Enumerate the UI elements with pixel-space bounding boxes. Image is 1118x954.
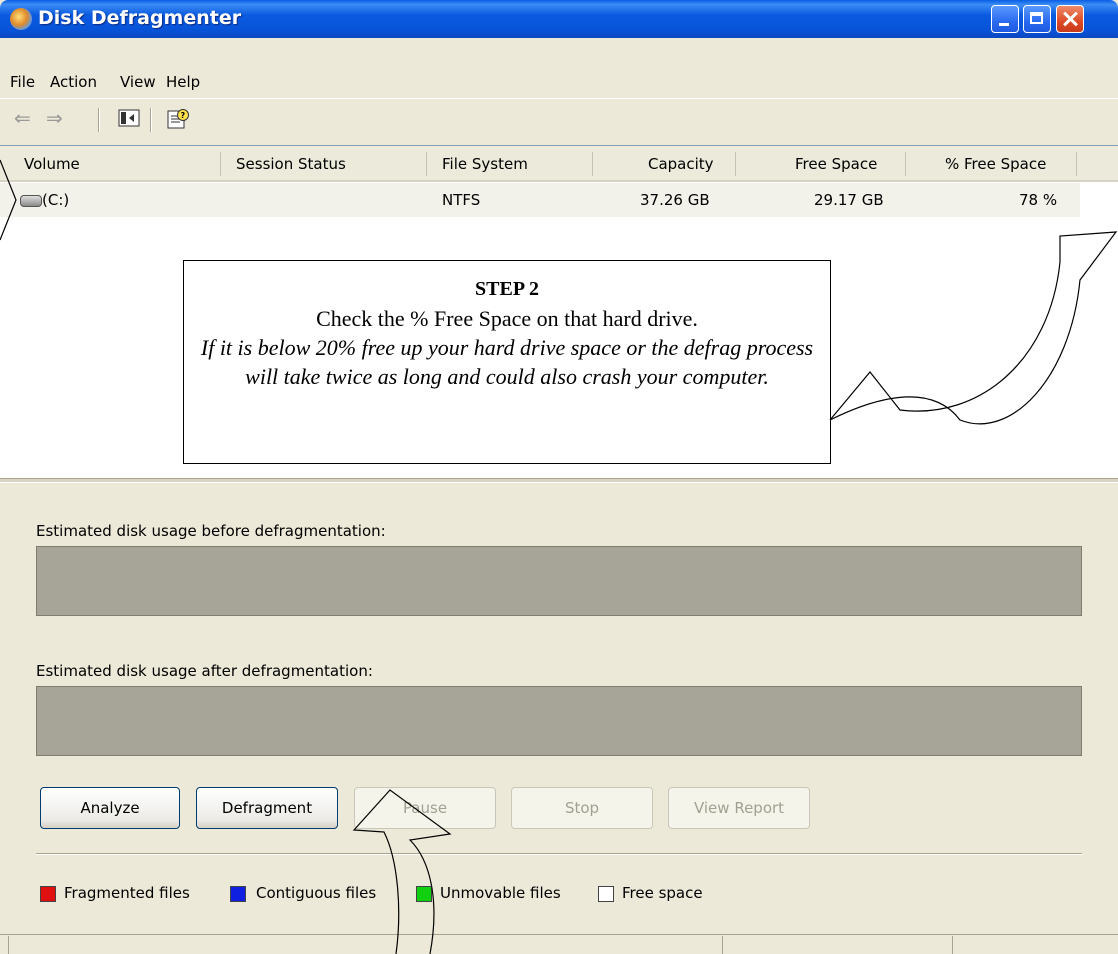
hard-drive-icon xyxy=(20,195,42,207)
unmovable-swatch xyxy=(416,886,432,902)
capacity-cell: 37.26 GB xyxy=(640,191,710,209)
close-button[interactable] xyxy=(1056,5,1084,33)
analyze-button[interactable]: Analyze xyxy=(40,787,180,829)
legend-unmovable: Unmovable files xyxy=(440,884,561,902)
fragmented-swatch xyxy=(40,886,56,902)
help-icon[interactable]: ? xyxy=(166,108,189,129)
column-header-capacity[interactable]: Capacity xyxy=(648,146,714,182)
status-bar xyxy=(0,934,1118,954)
minimize-button[interactable] xyxy=(991,5,1019,33)
callout-lead: Check the % Free Space on that hard driv… xyxy=(316,306,698,331)
toolbar-separator xyxy=(150,108,152,132)
free-space-cell: 29.17 GB xyxy=(814,191,884,209)
callout-step: STEP 2 xyxy=(475,278,539,300)
column-divider[interactable] xyxy=(592,152,593,176)
column-divider[interactable] xyxy=(426,152,427,176)
column-header-session-status[interactable]: Session Status xyxy=(236,146,346,182)
stop-button[interactable]: Stop xyxy=(511,787,653,829)
step-callout: STEP 2 Check the % Free Space on that ha… xyxy=(183,260,831,464)
toolbar-separator xyxy=(98,108,100,132)
column-divider[interactable] xyxy=(735,152,736,176)
callout-warning: If it is below 20% free up your hard dri… xyxy=(200,335,814,389)
after-usage-bar xyxy=(36,686,1082,756)
pct-free-space-cell: 78 % xyxy=(1019,191,1058,209)
view-report-button[interactable]: View Report xyxy=(668,787,810,829)
before-usage-bar xyxy=(36,546,1082,616)
legend-fragmented: Fragmented files xyxy=(64,884,190,902)
free-space-swatch xyxy=(598,886,614,902)
before-usage-label: Estimated disk usage before defragmentat… xyxy=(36,522,386,540)
show-hide-console-tree-icon[interactable] xyxy=(118,108,140,128)
legend-separator xyxy=(36,853,1082,855)
status-bar-divider xyxy=(8,936,9,954)
file-system-cell: NTFS xyxy=(442,191,481,209)
column-header-volume[interactable]: Volume xyxy=(24,146,80,182)
menu-file[interactable]: File xyxy=(10,73,35,91)
forward-arrow-icon[interactable]: ⇒ xyxy=(46,106,63,130)
status-bar-divider xyxy=(722,936,723,954)
legend-free-space: Free space xyxy=(622,884,703,902)
defragmenter-app-icon xyxy=(10,8,32,30)
defragment-button[interactable]: Defragment xyxy=(196,787,338,829)
contiguous-swatch xyxy=(230,886,246,902)
menu-action[interactable]: Action xyxy=(50,73,97,91)
svg-text:?: ? xyxy=(181,111,186,120)
column-header-file-system[interactable]: File System xyxy=(442,146,528,182)
column-divider[interactable] xyxy=(220,152,221,176)
maximize-button[interactable] xyxy=(1023,5,1051,33)
column-divider[interactable] xyxy=(1076,152,1077,176)
column-header-free-space[interactable]: Free Space xyxy=(795,146,877,182)
volume-cell: (C:) xyxy=(42,191,70,209)
back-arrow-icon[interactable]: ⇐ xyxy=(14,106,31,130)
menu-help[interactable]: Help xyxy=(166,73,200,91)
title-bar[interactable]: Disk Defragmenter xyxy=(0,0,1118,38)
table-row[interactable] xyxy=(0,183,1080,217)
status-bar-divider xyxy=(952,936,953,954)
window-title: Disk Defragmenter xyxy=(38,7,242,29)
after-usage-label: Estimated disk usage after defragmentati… xyxy=(36,662,373,680)
pane-splitter[interactable] xyxy=(0,478,1118,483)
legend-contiguous: Contiguous files xyxy=(256,884,377,902)
disk-defragmenter-window: Disk Defragmenter File Action View Help … xyxy=(0,0,1118,954)
column-header-pct-free-space[interactable]: % Free Space xyxy=(945,146,1046,182)
pause-button[interactable]: Pause xyxy=(354,787,496,829)
column-divider[interactable] xyxy=(905,152,906,176)
menu-view[interactable]: View xyxy=(120,73,156,91)
